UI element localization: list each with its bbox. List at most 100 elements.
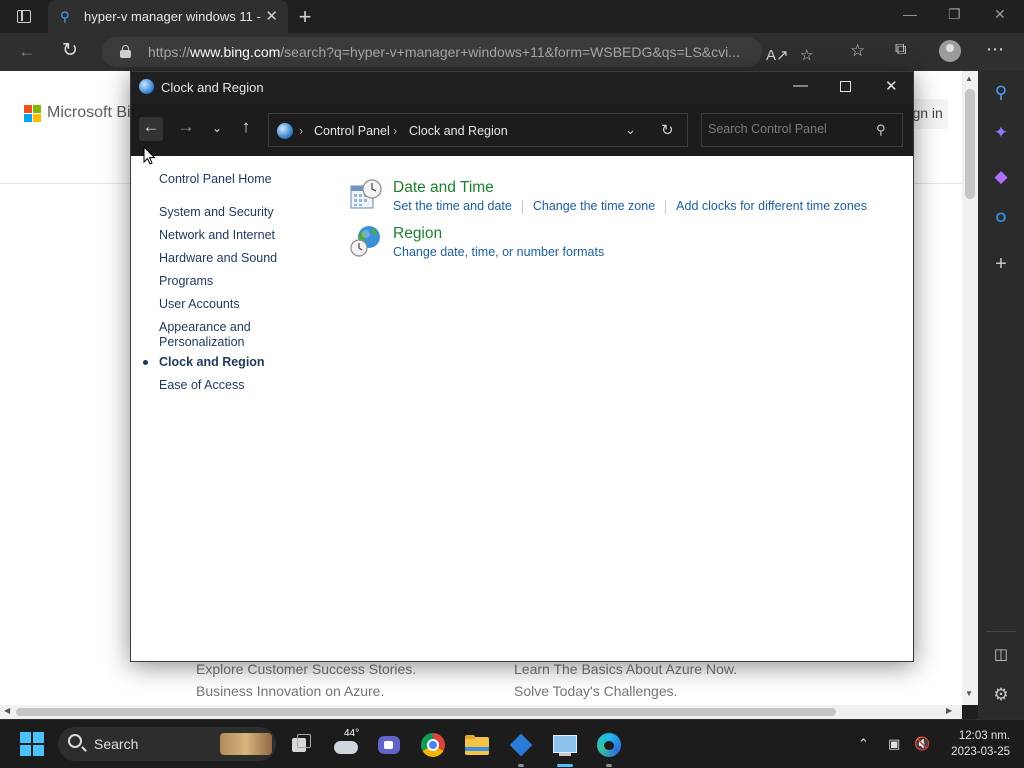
url-text[interactable]: https://www.bing.com/search?q=hyper-v+ma… [148,44,748,60]
sidebar-divider [986,631,1016,632]
teams-chat-icon[interactable] [376,732,402,758]
scroll-left-icon[interactable]: ◀ [4,706,10,715]
region-links: Change date, time, or number formats [393,245,604,259]
sidebar-item-system-and-security[interactable]: System and Security [159,205,274,220]
promo-link[interactable]: Explore Customer Success Stories. [196,661,416,677]
search-icon[interactable]: ⚲ [990,83,1012,105]
sidebar-item-control-panel-home[interactable]: Control Panel Home [159,172,272,187]
control-panel-window: Clock and Region — ✕ ← → ⌄ ↑ › Control P… [130,71,914,662]
search-control-panel[interactable]: ⚲ [701,113,903,147]
up-arrow-icon[interactable]: ↑ [234,117,258,141]
current-item-bullet [143,360,148,365]
split-screen-icon[interactable]: ◫ [990,645,1012,667]
weather-icon[interactable]: 44° [332,728,359,758]
minimize-icon[interactable]: — [793,77,808,94]
show-hidden-icons-chevron-icon[interactable]: ⌃ [858,736,869,752]
scrollbar-thumb[interactable] [16,708,836,716]
scrollbar-thumb[interactable] [965,89,975,199]
edge-icon[interactable] [596,732,622,758]
chevron-down-icon[interactable]: ⌄ [625,122,636,138]
promo-link[interactable]: Solve Today's Challenges. [514,683,678,699]
change-formats-link[interactable]: Change date, time, or number formats [393,245,604,259]
search-icon[interactable]: ⚲ [876,122,886,138]
favorites-icon[interactable]: ☆ [850,41,865,61]
collections-icon[interactable]: ⧉ [895,41,906,59]
network-icon[interactable]: ▣ [888,736,900,752]
copilot-icon[interactable]: ✦ [990,123,1012,145]
promo-link[interactable]: Business Innovation on Azure. [196,683,384,699]
sidebar-item-network-and-internet[interactable]: Network and Internet [159,228,275,243]
link-separator [665,199,667,214]
scroll-down-icon[interactable]: ▼ [965,689,973,698]
breadcrumb-clock-and-region[interactable]: Clock and Region [409,124,508,138]
system-clock[interactable]: 12:03 nm. 2023-03-25 [940,728,1010,760]
breadcrumb-control-panel[interactable]: Control Panel [314,124,390,138]
chrome-icon[interactable] [420,732,446,758]
window-title-bar[interactable]: Clock and Region — ✕ [131,72,913,104]
recent-locations-icon[interactable]: ⌄ [205,121,229,145]
window-title: Clock and Region [161,80,264,95]
taskbar-search[interactable]: Search [58,727,276,761]
tab-close-icon[interactable]: ✕ [265,7,278,25]
globe-clock-icon[interactable] [349,224,383,258]
breadcrumb-separator-icon[interactable]: › [393,124,397,138]
start-windows-icon[interactable] [20,732,44,756]
back-icon[interactable]: ← [18,41,36,62]
scroll-up-icon[interactable]: ▲ [965,74,973,83]
change-time-zone-link[interactable]: Change the time zone [533,199,655,213]
set-time-and-date-link[interactable]: Set the time and date [393,199,512,213]
minimize-icon[interactable]: — [903,6,917,22]
add-favorite-icon[interactable]: ☆ [800,46,813,64]
task-view-icon[interactable] [288,732,314,758]
back-arrow-icon[interactable]: ← [139,117,163,141]
sidebar-item-appearance-and-personalization[interactable]: Appearance and Personalization [159,320,269,350]
profile-avatar[interactable] [939,40,961,62]
volume-muted-icon[interactable]: 🔇 [914,736,930,752]
address-breadcrumb[interactable]: › Control Panel › Clock and Region ⌄ ↻ [268,113,688,147]
refresh-icon[interactable]: ↻ [661,121,674,139]
tab-actions-icon[interactable] [10,7,38,27]
forward-arrow-icon[interactable]: → [174,117,198,141]
lock-icon[interactable] [120,45,131,58]
close-window-icon[interactable]: ✕ [885,77,898,95]
address-bar[interactable]: https://www.bing.com/search?q=hyper-v+ma… [102,37,813,67]
clock-time: 12:03 nm. [958,730,1010,742]
more-options-icon[interactable]: ⋯ [986,39,1005,60]
settings-gear-icon[interactable]: ⚙ [990,685,1012,707]
reload-icon[interactable]: ↻ [62,39,78,62]
add-icon[interactable]: + [990,253,1012,275]
hyper-v-manager-icon[interactable] [508,732,534,758]
vertical-scrollbar[interactable]: ▲ ▼ [962,71,978,705]
outlook-icon[interactable]: O [990,209,1012,231]
read-aloud-icon[interactable]: A↗ [766,46,789,64]
sidebar-item-user-accounts[interactable]: User Accounts [159,297,240,312]
file-explorer-icon[interactable] [464,732,490,758]
scroll-right-icon[interactable]: ▶ [946,706,952,715]
region-title[interactable]: Region [393,225,442,243]
breadcrumb-separator-icon[interactable]: › [299,124,303,138]
restore-icon[interactable]: ❐ [948,6,961,23]
date-and-time-title[interactable]: Date and Time [393,179,494,197]
browser-tab[interactable]: ⚲ hyper-v manager windows 11 - Search ✕ [48,0,288,33]
close-window-icon[interactable]: ✕ [994,6,1006,23]
control-panel-sidebar: Control Panel Home System and Security N… [131,156,341,556]
active-indicator [557,764,573,767]
promo-link[interactable]: Learn The Basics About Azure Now. [514,661,737,677]
add-clocks-link[interactable]: Add clocks for different time zones [676,199,867,213]
browser-tab-bar: ⚲ hyper-v manager windows 11 - Search ✕ … [0,0,1024,33]
sidebar-item-programs[interactable]: Programs [159,274,213,289]
search-input[interactable] [708,122,868,136]
new-tab-button[interactable]: + [294,4,316,30]
control-panel-icon [139,79,154,94]
sidebar-item-ease-of-access[interactable]: Ease of Access [159,378,244,393]
sidebar-item-clock-and-region[interactable]: Clock and Region [159,355,265,370]
sidebar-item-hardware-and-sound[interactable]: Hardware and Sound [159,251,277,266]
search-highlight-image[interactable] [220,733,272,755]
games-icon[interactable]: ◆ [990,167,1012,189]
navigation-bar: ← → ⌄ ↑ › Control Panel › Clock and Regi… [131,104,913,156]
maximize-icon[interactable] [840,81,851,92]
mouse-cursor-icon [143,146,156,165]
horizontal-scrollbar[interactable]: ◀ ▶ [0,705,962,719]
calendar-clock-icon[interactable] [349,178,383,212]
control-panel-taskbar-icon[interactable] [552,732,578,758]
